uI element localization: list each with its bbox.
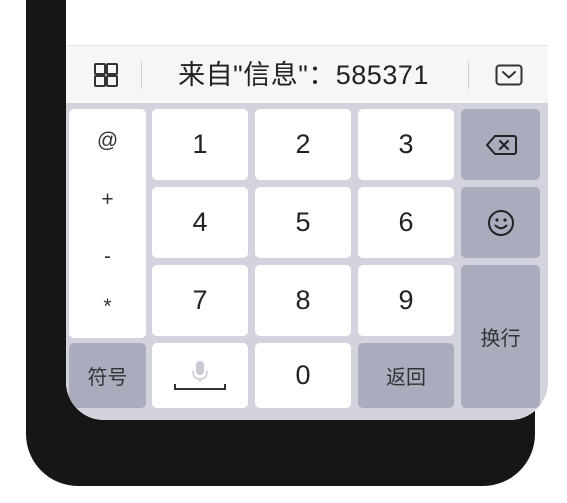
message-area bbox=[66, 0, 548, 45]
key-5[interactable]: 5 bbox=[255, 187, 351, 258]
phone-screen: 来自"信息"：585371 @ + - * 1 2 3 4 5 6 7 8 9 … bbox=[66, 0, 548, 420]
key-1[interactable]: 1 bbox=[152, 109, 248, 180]
key-3[interactable]: 3 bbox=[358, 109, 454, 180]
divider bbox=[468, 61, 469, 89]
backspace-key[interactable] bbox=[461, 109, 540, 180]
return-key[interactable]: 返回 bbox=[358, 343, 454, 408]
phone-frame: 来自"信息"：585371 @ + - * 1 2 3 4 5 6 7 8 9 … bbox=[26, 0, 548, 486]
backspace-icon bbox=[485, 134, 517, 155]
symbol-toggle-key[interactable]: 符号 bbox=[69, 343, 146, 408]
key-2[interactable]: 2 bbox=[255, 109, 351, 180]
symbol-column: @ + - * bbox=[69, 109, 146, 338]
keyboard-collapse-icon[interactable] bbox=[495, 64, 523, 86]
symbol-key-at[interactable]: @ bbox=[69, 129, 146, 153]
suggestion-bar: 来自"信息"：585371 bbox=[66, 45, 548, 104]
microphone-icon bbox=[174, 360, 226, 390]
symbol-key-plus[interactable]: + bbox=[69, 188, 146, 212]
key-6[interactable]: 6 bbox=[358, 187, 454, 258]
emoji-icon bbox=[487, 209, 514, 236]
grid-icon[interactable] bbox=[94, 63, 118, 87]
symbol-key-asterisk[interactable]: * bbox=[69, 295, 146, 319]
voice-input-key[interactable] bbox=[152, 343, 248, 408]
key-4[interactable]: 4 bbox=[152, 187, 248, 258]
enter-key[interactable]: 换行 bbox=[461, 265, 540, 408]
key-8[interactable]: 8 bbox=[255, 265, 351, 336]
key-9[interactable]: 9 bbox=[358, 265, 454, 336]
key-0[interactable]: 0 bbox=[255, 343, 351, 408]
key-7[interactable]: 7 bbox=[152, 265, 248, 336]
symbol-key-minus[interactable]: - bbox=[69, 245, 146, 269]
numeric-keyboard: @ + - * 1 2 3 4 5 6 7 8 9 换行 符号 0 返回 bbox=[66, 103, 548, 420]
emoji-key[interactable] bbox=[461, 187, 540, 258]
verification-code-suggestion[interactable]: 来自"信息"：585371 bbox=[141, 46, 466, 104]
